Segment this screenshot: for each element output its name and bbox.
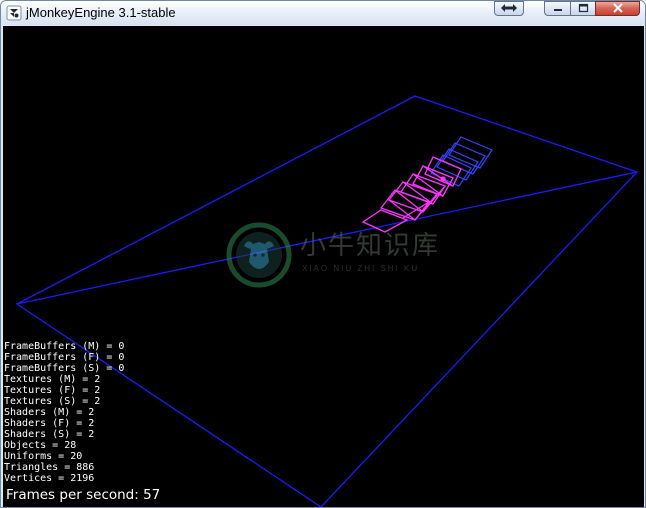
stat-line: Uniforms = 20 xyxy=(4,451,83,462)
stat-line: FrameBuffers (S) = 0 xyxy=(4,363,125,374)
maximize-icon xyxy=(578,1,589,18)
stats-overlay: FrameBuffers (M) = 0 FrameBuffers (F) = … xyxy=(4,341,204,484)
watermark-subtitle: XIAO NIU ZHI SHI KU xyxy=(302,264,420,273)
title-bar[interactable]: jMonkeyEngine 3.1-stable xyxy=(1,1,645,25)
mesh-wireframe xyxy=(361,156,462,233)
close-button[interactable] xyxy=(595,1,640,16)
stat-line: Triangles = 886 xyxy=(4,462,95,473)
stat-line: Shaders (S) = 2 xyxy=(4,429,95,440)
jmonkey-logo-icon xyxy=(6,5,22,21)
swap-window-button[interactable] xyxy=(494,1,524,16)
render-viewport[interactable]: 小牛知识库 XIAO NIU ZHI SHI KU FrameBuffers (… xyxy=(3,26,644,507)
stat-line: Textures (F) = 2 xyxy=(4,385,101,396)
stat-line: FrameBuffers (F) = 0 xyxy=(4,352,125,363)
minimize-icon xyxy=(553,1,563,18)
watermark-title: 小牛知识库 xyxy=(300,230,441,260)
watermark: 小牛知识库 XIAO NIU ZHI SHI KU xyxy=(226,222,438,288)
stat-line: FrameBuffers (M) = 0 xyxy=(4,341,125,352)
close-icon xyxy=(612,1,624,18)
stat-line: Textures (M) = 2 xyxy=(4,374,101,385)
stat-line: Shaders (M) = 2 xyxy=(4,407,95,418)
maximize-button[interactable] xyxy=(570,1,596,16)
stat-line: Vertices = 2196 xyxy=(4,473,95,484)
far-mesh-wireframe xyxy=(430,136,493,187)
stat-line: Shaders (F) = 2 xyxy=(4,418,95,429)
stat-line: Objects = 28 xyxy=(4,440,77,451)
stat-line: Textures (S) = 2 xyxy=(4,396,101,407)
fps-counter: Frames per second: 57 xyxy=(6,487,161,503)
app-window: jMonkeyEngine 3.1-stable 小牛知识库 XIAO NIU … xyxy=(0,0,646,508)
window-title: jMonkeyEngine 3.1-stable xyxy=(26,5,176,20)
minimize-button[interactable] xyxy=(544,1,571,16)
restore-swap-icon xyxy=(500,1,518,18)
